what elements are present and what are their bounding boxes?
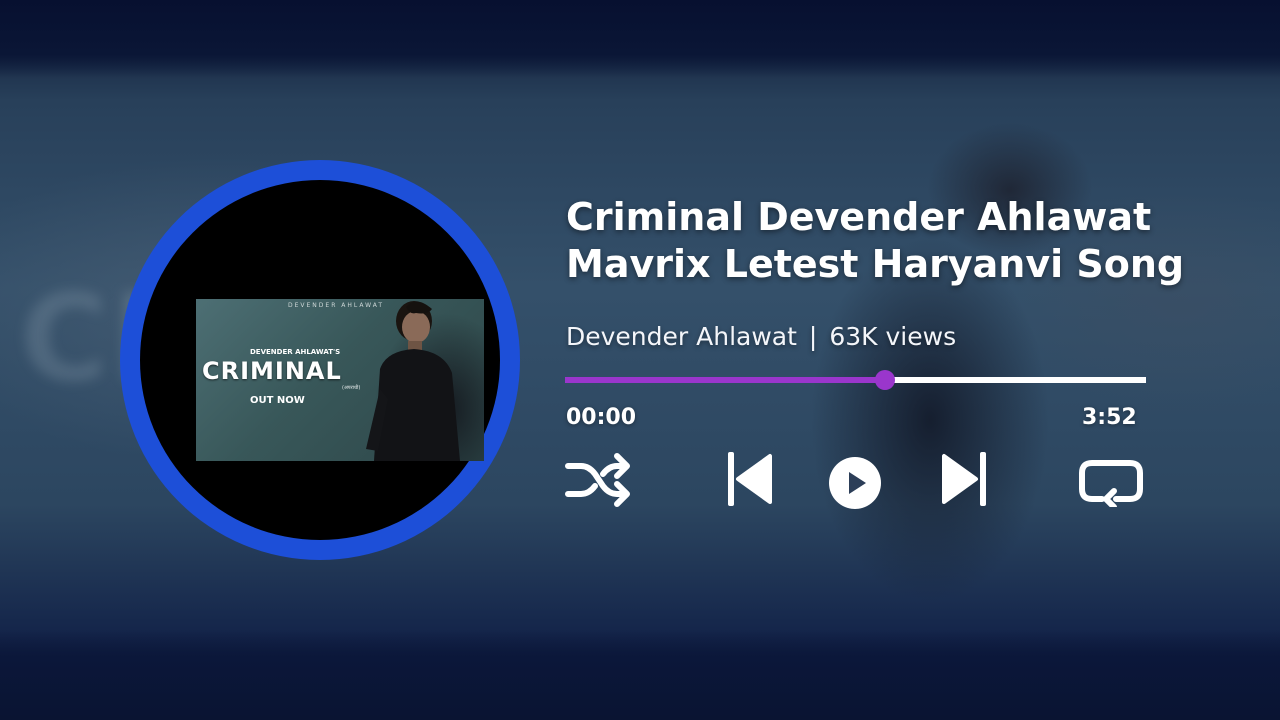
play-icon [829,457,881,509]
song-meta: Devender Ahlawat | 63K views [566,322,956,351]
cover-release-text: OUT NOW [250,395,305,406]
current-time: 00:00 [566,405,637,430]
shuffle-button[interactable] [565,450,631,510]
artist-name: Devender Ahlawat [566,322,797,351]
previous-icon [728,452,772,506]
repeat-button[interactable] [1078,455,1144,507]
repeat-icon [1079,460,1143,507]
song-title-line1: Criminal Devender Ahlawat [566,195,1152,239]
progress-bar[interactable] [565,370,1146,390]
cover-title-text: CRIMINAL [202,357,342,385]
meta-separator: | [808,322,818,351]
play-button[interactable] [828,456,882,510]
progress-fill [565,377,885,383]
next-button[interactable] [940,450,988,508]
song-title-line2: Mavrix Letest Haryanvi Song [566,242,1185,286]
previous-button[interactable] [726,450,774,508]
album-cover-image: DEVENDER AHLAWAT DEVENDER AHLAWAT'S CRIM… [196,299,484,461]
cover-subtitle-text: (अपराधी) [342,385,361,391]
progress-knob[interactable] [874,370,895,390]
background-top-band [0,0,1280,78]
cover-person-silhouette [366,301,460,461]
shuffle-icon [565,453,630,507]
background-bottom-band [0,630,1280,720]
cover-artist-text: DEVENDER AHLAWAT'S [250,348,341,356]
song-title: Criminal Devender Ahlawat Mavrix Letest … [566,194,1266,288]
total-time: 3:52 [1082,405,1137,430]
album-art-disc-inner: DEVENDER AHLAWAT DEVENDER AHLAWAT'S CRIM… [140,180,500,540]
next-icon [942,452,986,506]
view-count: 63K views [829,322,957,351]
album-art-disc: DEVENDER AHLAWAT DEVENDER AHLAWAT'S CRIM… [120,160,520,560]
cover-top-text: DEVENDER AHLAWAT [288,302,385,309]
